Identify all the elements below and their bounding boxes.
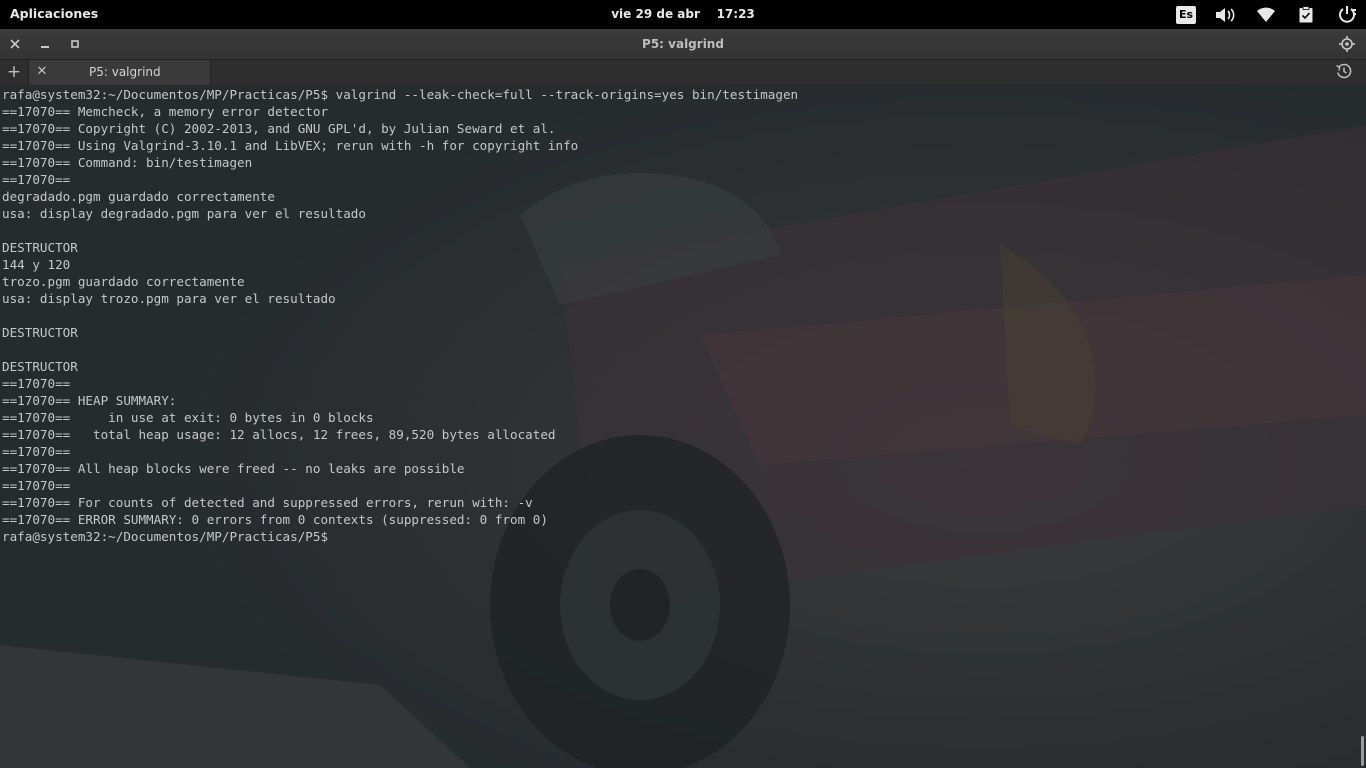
terminal-line: ==17070== Command: bin/testimagen: [2, 155, 253, 170]
tab-bar: + ✕ P5: valgrind: [0, 60, 1366, 86]
terminal-line: ==17070== Copyright (C) 2002-2013, and G…: [2, 121, 556, 136]
add-tab-icon[interactable]: +: [5, 63, 23, 81]
history-icon[interactable]: [1336, 63, 1354, 81]
terminal-line: rafa@system32:~/Documentos/MP/Practicas/…: [2, 87, 799, 102]
language-badge: Es: [1176, 5, 1196, 24]
tab-label: P5: valgrind: [89, 65, 161, 79]
tab-p5-valgrind[interactable]: ✕ P5: valgrind: [28, 60, 211, 85]
terminal-line: ==17070== in use at exit: 0 bytes in 0 b…: [2, 410, 374, 425]
terminal-line: ==17070== All heap blocks were freed -- …: [2, 461, 465, 476]
terminal-line: rafa@system32:~/Documentos/MP/Practicas/…: [2, 529, 329, 544]
terminal-output: rafa@system32:~/Documentos/MP/Practicas/…: [2, 86, 1352, 545]
terminal-view[interactable]: rafa@system32:~/Documentos/MP/Practicas/…: [0, 85, 1366, 768]
terminal-line: 144 y 120: [2, 257, 71, 272]
terminal-line: ==17070== Using Valgrind-3.10.1 and LibV…: [2, 138, 579, 153]
close-tab-icon[interactable]: ✕: [35, 64, 49, 80]
terminal-line: ==17070== For counts of detected and sup…: [2, 495, 533, 510]
terminal-line: ==17070== ERROR SUMMARY: 0 errors from 0…: [2, 512, 548, 527]
settings-icon[interactable]: [1338, 35, 1356, 53]
terminal-line: ==17070==: [2, 172, 71, 187]
keyboard-layout-indicator[interactable]: Es: [1176, 5, 1196, 24]
terminal-line: ==17070== HEAP SUMMARY:: [2, 393, 177, 408]
clock[interactable]: vie 29 de abr 17:23: [0, 7, 1366, 21]
terminal-line: degradado.pgm guardado correctamente: [2, 189, 275, 204]
terminal-line: usa: display trozo.pgm para ver el resul…: [2, 291, 336, 306]
terminal-line: DESTRUCTOR: [2, 325, 78, 340]
terminal-line: DESTRUCTOR: [2, 240, 78, 255]
terminal-scrollbar[interactable]: [1361, 736, 1364, 766]
wifi-icon[interactable]: [1256, 5, 1276, 24]
window-titlebar[interactable]: P5: valgrind: [0, 29, 1366, 60]
terminal-line: ==17070==: [2, 478, 71, 493]
terminal-line: ==17070==: [2, 376, 71, 391]
top-panel: Aplicaciones vie 29 de abr 17:23 Es: [0, 0, 1366, 29]
clipboard-icon[interactable]: [1297, 5, 1315, 24]
terminal-line: DESTRUCTOR: [2, 359, 78, 374]
terminal-line: ==17070==: [2, 444, 71, 459]
window-title: P5: valgrind: [642, 37, 724, 51]
volume-icon[interactable]: [1214, 5, 1236, 24]
terminal-line: ==17070== total heap usage: 12 allocs, 1…: [2, 427, 556, 442]
power-icon[interactable]: [1336, 5, 1358, 24]
terminal-line: usa: display degradado.pgm para ver el r…: [2, 206, 366, 221]
terminal-line: trozo.pgm guardado correctamente: [2, 274, 245, 289]
terminal-line: ==17070== Memcheck, a memory error detec…: [2, 104, 329, 119]
